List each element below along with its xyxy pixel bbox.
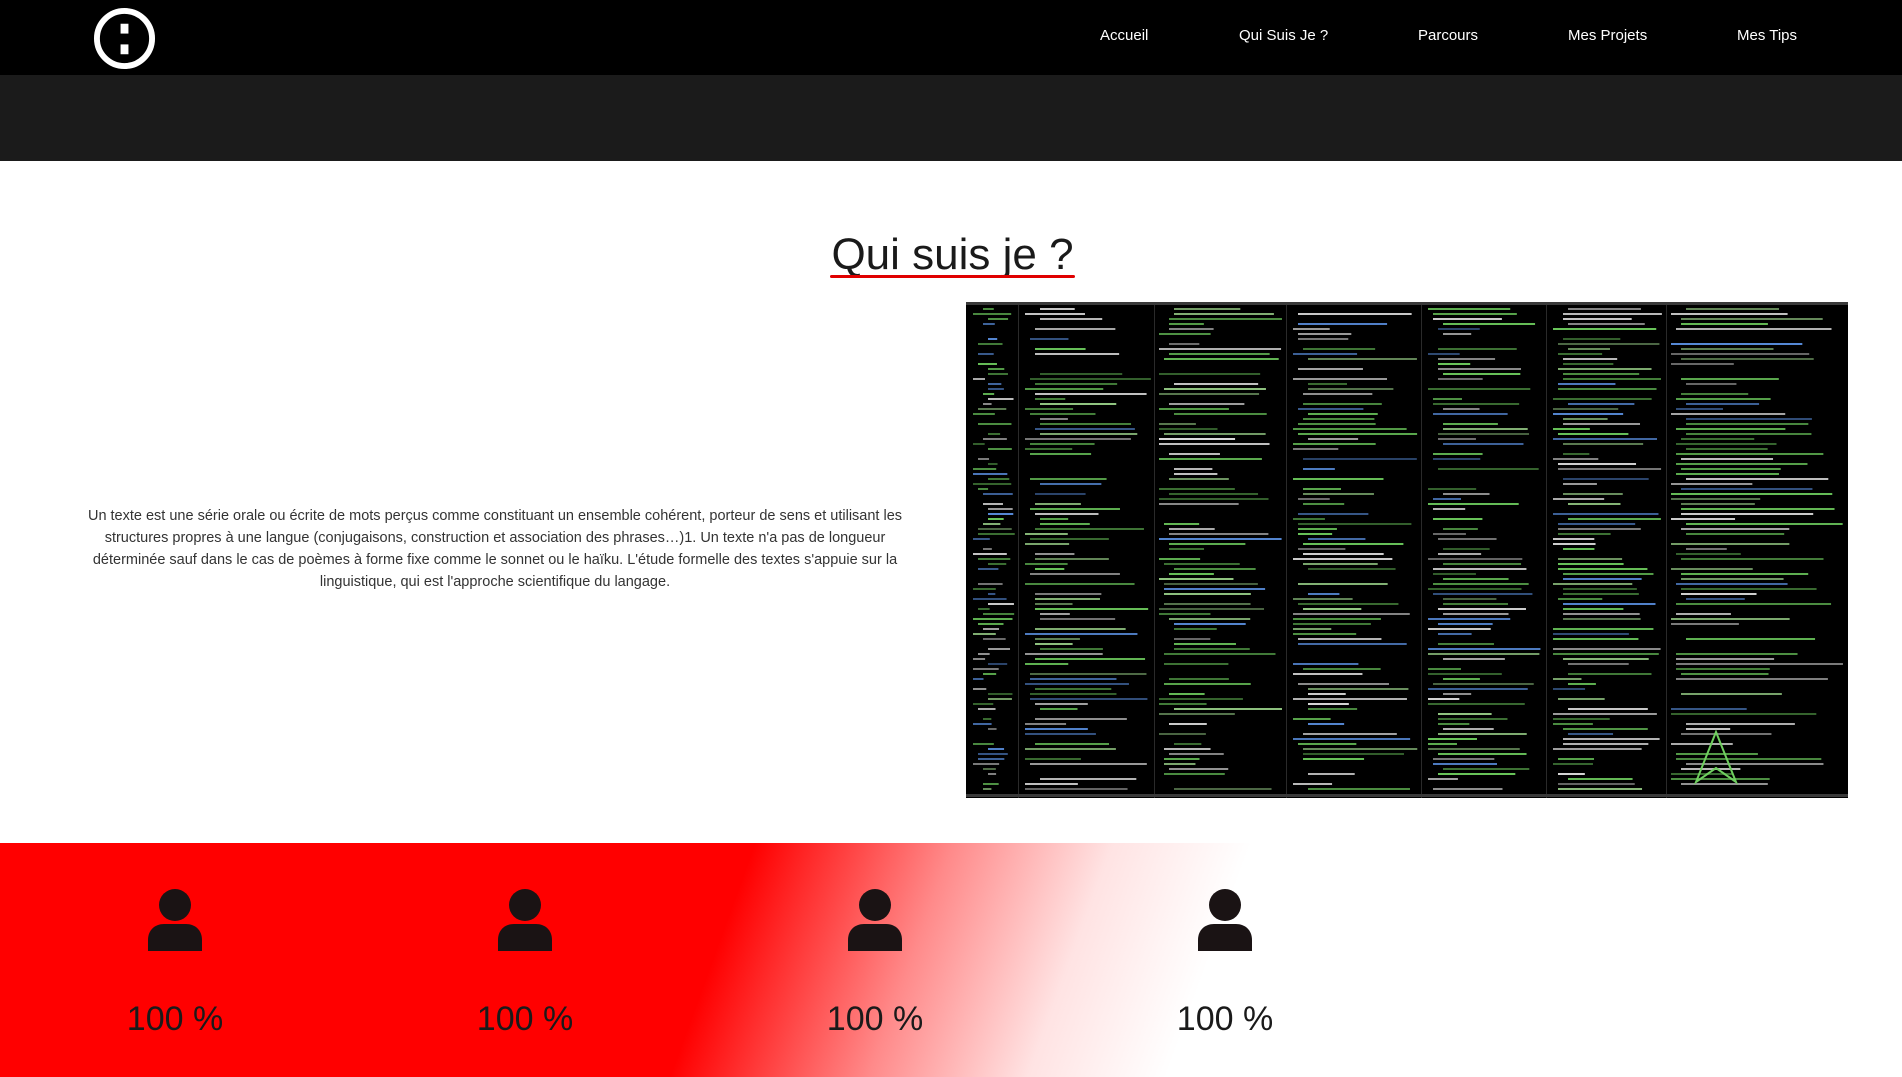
stat-value: 100 % (126, 1000, 224, 1038)
code-screenshot-art (966, 302, 1848, 798)
header-band (0, 75, 1902, 161)
user-icon (848, 889, 902, 951)
stat-value: 100 % (1176, 1000, 1274, 1038)
user-icon (498, 889, 552, 951)
about-paragraph: Un texte est une série orale ou écrite d… (87, 508, 903, 590)
stat-value: 100 % (826, 1000, 924, 1038)
nav-link-accueil[interactable]: Accueil (1100, 26, 1148, 46)
nav-link-parcours[interactable]: Parcours (1418, 26, 1478, 46)
stat-item: 100 % (1155, 888, 1295, 1039)
nav-link-mes-tips[interactable]: Mes Tips (1737, 26, 1797, 46)
stat-item: 100 % (455, 888, 595, 1039)
nav-link-qui-suis-je[interactable]: Qui Suis Je ? (1239, 26, 1328, 46)
stat-value: 100 % (476, 1000, 574, 1038)
user-icon (148, 889, 202, 951)
stat-item: 100 % (805, 888, 945, 1039)
navbar: Accueil Qui Suis Je ? Parcours Mes Proje… (0, 0, 1902, 75)
nav-link-mes-projets[interactable]: Mes Projets (1568, 26, 1647, 46)
title-underline (830, 275, 1075, 278)
stats-band: 100 % 100 % 100 % 100 % (0, 843, 1902, 1077)
user-icon (1198, 889, 1252, 951)
logo-icon[interactable] (93, 7, 156, 70)
code-screenshot-image (966, 302, 1848, 798)
stat-item: 100 % (105, 888, 245, 1039)
